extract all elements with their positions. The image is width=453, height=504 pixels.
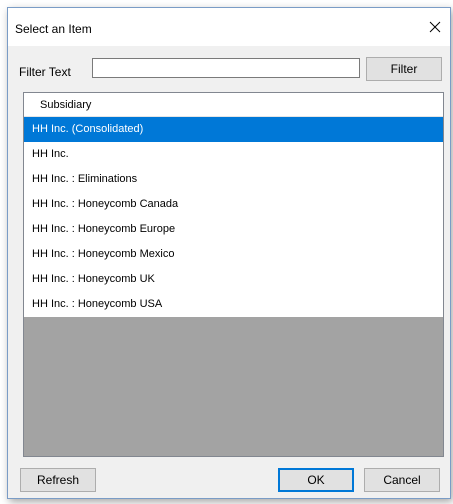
subsidiary-list[interactable]: Subsidiary HH Inc. (Consolidated) HH Inc.… — [23, 92, 444, 457]
filter-button[interactable]: Filter — [366, 57, 442, 81]
list-item[interactable]: HH Inc. : Honeycomb Canada — [24, 192, 443, 217]
select-item-dialog: Select an Item Filter Text Filter Subsid… — [7, 7, 451, 499]
column-header-subsidiary: Subsidiary — [40, 99, 92, 111]
close-button[interactable] — [420, 8, 450, 38]
filter-text-label: Filter Text — [19, 65, 71, 79]
refresh-button[interactable]: Refresh — [20, 468, 96, 492]
list-item[interactable]: HH Inc. — [24, 142, 443, 167]
filter-text-input[interactable] — [92, 58, 360, 78]
ok-button[interactable]: OK — [278, 468, 354, 492]
screenshot-page: Select an Item Filter Text Filter Subsid… — [0, 0, 453, 504]
list-column-header[interactable]: Subsidiary — [24, 93, 443, 117]
list-rows: HH Inc. (Consolidated) HH Inc. HH Inc. : E… — [24, 117, 443, 317]
list-item[interactable]: HH Inc. : Honeycomb USA — [24, 292, 443, 317]
list-item[interactable]: HH Inc. : Honeycomb Europe — [24, 217, 443, 242]
list-item[interactable]: HH Inc. : Honeycomb UK — [24, 267, 443, 292]
close-icon — [429, 21, 441, 33]
list-item[interactable]: HH Inc. : Honeycomb Mexico — [24, 242, 443, 267]
list-item[interactable]: HH Inc. (Consolidated) — [24, 117, 443, 142]
list-item[interactable]: HH Inc. : Eliminations — [24, 167, 443, 192]
dialog-titlebar: Select an Item — [8, 8, 450, 46]
dialog-title: Select an Item — [15, 22, 92, 36]
cancel-button[interactable]: Cancel — [364, 468, 440, 492]
